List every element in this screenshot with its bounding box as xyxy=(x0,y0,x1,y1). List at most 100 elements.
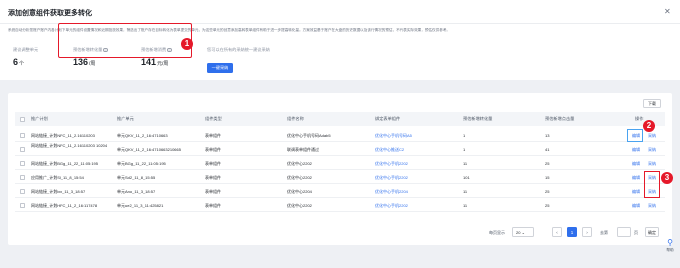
next-page-button[interactable]: › xyxy=(582,227,592,237)
cell-name: 优化中心2202 xyxy=(287,174,312,180)
cell-plan: 网站链接_计划BGg_11_22_11:05:195 xyxy=(31,160,99,166)
step-marker-2: 2 xyxy=(643,120,655,132)
cell-form-link[interactable]: 优化中心手机号码A5 xyxy=(375,133,412,139)
cell-name: 优化中心2202 xyxy=(287,202,312,208)
cell-unit: 单元Ano_11_3_18:57 xyxy=(117,188,156,194)
cell-click: 25 xyxy=(545,202,550,208)
edit-button[interactable]: 编辑 xyxy=(632,175,640,181)
apply-button[interactable]: 采纳 xyxy=(648,133,656,139)
row-checkbox[interactable] xyxy=(20,202,25,208)
cell-form-link[interactable]: 优化中心手机2202 xyxy=(375,203,408,209)
download-button[interactable]: 下载 xyxy=(643,99,661,108)
cell-name: 联调表单组件通过 xyxy=(287,146,319,152)
row-checkbox[interactable] xyxy=(20,146,25,152)
cell-conv: 1 xyxy=(463,132,466,138)
cell-unit: 单元Sd2_11_8_15:55 xyxy=(117,174,156,180)
confirm-jump-button[interactable]: 确定 xyxy=(645,227,659,237)
cell-name: 优化中心手机号码Adab5 xyxy=(287,132,331,138)
step-marker-1: 1 xyxy=(181,38,193,50)
row-checkbox[interactable] xyxy=(20,160,25,166)
table-row: 网站链接_计划NFC_11_2.16110203 单元QKV_11_2_16:4… xyxy=(15,128,665,142)
row-checkbox[interactable] xyxy=(20,188,25,194)
cell-form-link[interactable]: 优化中心手机2202 xyxy=(375,175,408,181)
apply-button[interactable]: 采纳 xyxy=(648,147,656,153)
cell-click: 41 xyxy=(545,146,550,152)
col-ops: 操作 xyxy=(635,116,644,121)
cell-unit: 单元QKV_11_2_16:4710663 xyxy=(117,132,168,138)
col-unit: 推广单元 xyxy=(117,116,134,121)
chevron-down-icon: ⌄ xyxy=(521,230,525,235)
apply-button[interactable]: 采纳 xyxy=(648,161,656,167)
chevron-right-icon: › xyxy=(586,230,588,235)
help-label: 帮助 xyxy=(666,248,674,252)
edit-highlight-box xyxy=(627,129,643,142)
batch-apply-hint: 您可以在所有的采纳统一建议采纳 xyxy=(207,47,270,52)
stats-highlight-box xyxy=(58,23,192,58)
cell-click: 15 xyxy=(545,174,550,180)
cell-unit: 单元QKV_11_2_16:4710663210665 xyxy=(117,146,181,152)
page-size-label: 每页显示 xyxy=(489,230,505,235)
row-checkbox[interactable] xyxy=(20,174,25,180)
cell-type: 表单组件 xyxy=(205,146,221,152)
cell-plan: 网站链接_计划NFC_11_2.16110203 10204 xyxy=(31,143,108,148)
col-conv: 预估新增转化量 xyxy=(463,116,493,121)
apply-button[interactable]: 采纳 xyxy=(648,203,656,209)
cell-conv: 11 xyxy=(463,160,468,166)
cell-plan: 网站链接_计划HFC_11_2_16:117478 xyxy=(31,202,98,208)
dialog-header: 添加创意组件获取更多转化 ✕ xyxy=(0,0,680,24)
cell-click: 25 xyxy=(545,160,550,166)
col-form: 绑定表单组件 xyxy=(375,116,401,121)
cell-form-link[interactable]: 优化中心手机2204 xyxy=(375,189,408,195)
cell-type: 表单组件 xyxy=(205,202,221,208)
cell-conv: 101 xyxy=(463,174,470,180)
apply-highlight-box xyxy=(644,171,660,198)
col-name: 组件名称 xyxy=(287,116,304,121)
table-row: 网站链接_计划BGg_11_22_11:05:195 单元BGg_11_22_1… xyxy=(15,156,665,170)
col-type: 组件类型 xyxy=(205,116,222,121)
table-row: 网站链接_计划NFC_11_2.16110203 10204 单元QKV_11_… xyxy=(15,142,665,156)
suggest-units-label: 建议调整单元 xyxy=(13,47,39,52)
help-icon: ⚲ xyxy=(667,238,673,247)
page-button-current[interactable]: 1 xyxy=(567,227,577,237)
cell-plan: 网站链接_计划lxx_11_3_18:57 xyxy=(31,188,86,194)
col-plan: 推广计划 xyxy=(31,116,48,121)
cell-type: 表单组件 xyxy=(205,160,221,166)
cell-name: 优化中心2202 xyxy=(287,160,312,166)
cell-conv: 1 xyxy=(463,146,466,152)
table-row: 网站链接_计划lxx_11_3_18:57 单元Ano_11_3_18:57 表… xyxy=(15,184,665,198)
cell-type: 表单组件 xyxy=(205,188,221,194)
cell-unit: 单元ue2_11_3_11:425821 xyxy=(117,202,164,208)
edit-button[interactable]: 编辑 xyxy=(632,189,640,195)
step-marker-3: 3 xyxy=(661,172,673,184)
edit-button[interactable]: 编辑 xyxy=(632,147,640,153)
cell-click: 13 xyxy=(545,132,550,138)
suggest-units-value: 6个 xyxy=(13,57,25,67)
col-click: 预估新增点击量 xyxy=(545,116,575,121)
table-row: 应用推广_计划Sl_11_8_15:54 单元Sd2_11_8_15:55 表单… xyxy=(15,170,665,184)
prev-page-button[interactable]: ‹ xyxy=(552,227,562,237)
help-widget[interactable]: ⚲ 帮助 xyxy=(663,238,677,260)
edit-button[interactable]: 编辑 xyxy=(632,203,640,209)
select-all-checkbox[interactable] xyxy=(20,116,25,122)
cell-form-link[interactable]: 优化中心手机2202 xyxy=(375,161,408,167)
cell-conv: 11 xyxy=(463,188,468,194)
apply-all-button[interactable]: 一键采纳 xyxy=(207,63,233,73)
conv-increase-value: 136/周 xyxy=(73,57,96,67)
row-checkbox[interactable] xyxy=(20,132,25,138)
dialog-title: 添加创意组件获取更多转化 xyxy=(8,10,92,17)
table-row: 网站链接_计划HFC_11_2_16:117478 单元ue2_11_3_11:… xyxy=(15,198,665,212)
cell-plan: 应用推广_计划Sl_11_8_15:54 xyxy=(31,174,84,180)
edit-button[interactable]: 编辑 xyxy=(632,161,640,167)
cell-conv: 11 xyxy=(463,202,468,208)
chevron-left-icon: ‹ xyxy=(556,230,558,235)
page-size-select[interactable]: 20 ⌄ xyxy=(512,227,534,237)
cell-plan: 网站链接_计划NFC_11_2.16110203 xyxy=(31,132,95,138)
cell-name: 优化中心2204 xyxy=(287,188,312,194)
cost-increase-value: 141元/周 xyxy=(141,57,169,67)
close-icon[interactable]: ✕ xyxy=(664,7,671,16)
cell-form-link[interactable]: 优化中心推送C2 xyxy=(375,147,404,153)
page-jump-input[interactable] xyxy=(617,227,631,237)
table-header: 推广计划 推广单元 组件类型 组件名称 绑定表单组件 预估新增转化量 预估新增点… xyxy=(15,112,665,126)
cell-type: 表单组件 xyxy=(205,174,221,180)
page-suffix-label: 页 xyxy=(634,230,638,235)
